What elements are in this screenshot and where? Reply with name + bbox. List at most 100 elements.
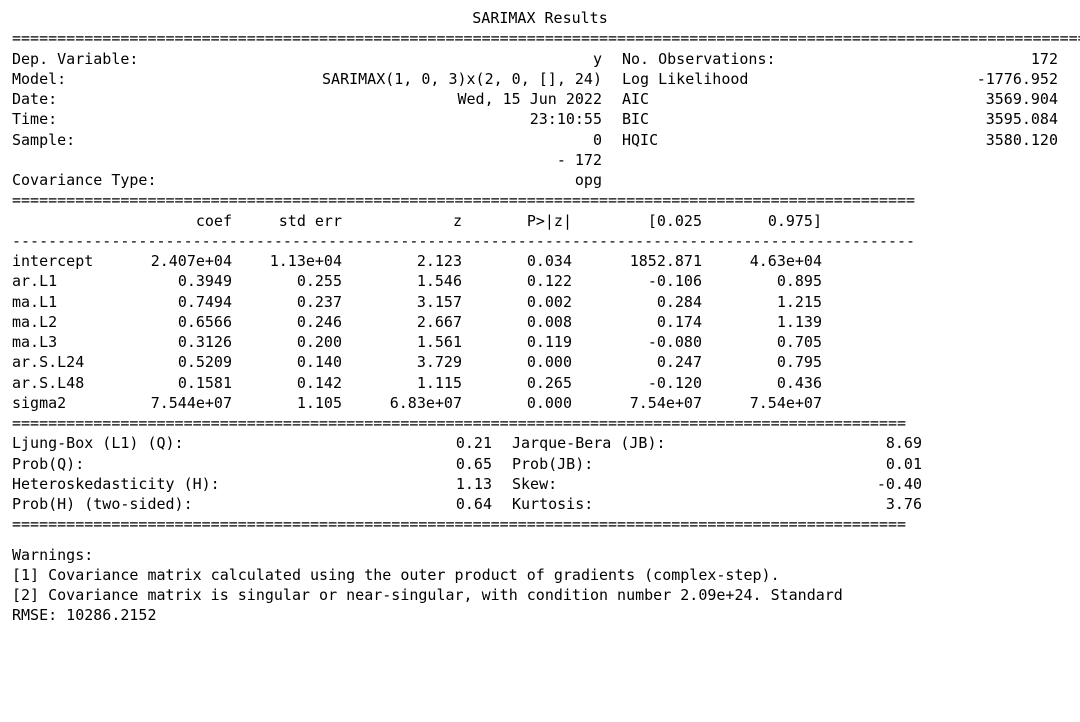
- coef-header: coef std err z P>|z| [0.025 0.975]: [12, 211, 1068, 231]
- coef-hi: 0.795: [702, 352, 822, 372]
- header-left-value: Wed, 15 Jun 2022: [172, 89, 602, 109]
- coef-se: 0.200: [232, 332, 342, 352]
- coef-lo: 0.284: [572, 292, 702, 312]
- coef-row: ma.L30.31260.2001.5610.119-0.0800.705: [12, 332, 1068, 352]
- header-right-value: 172: [822, 49, 1068, 69]
- coef-lo: -0.080: [572, 332, 702, 352]
- coef-row: ar.S.L480.15810.1421.1150.265-0.1200.436: [12, 373, 1068, 393]
- header-row: Sample:0HQIC3580.120: [12, 130, 1068, 150]
- header-left-value: 23:10:55: [172, 109, 602, 129]
- coef-lo: -0.120: [572, 373, 702, 393]
- coef-z: 3.157: [342, 292, 462, 312]
- diag-l-value: 0.64: [272, 494, 492, 514]
- coef-block: intercept2.407e+041.13e+042.1230.0341852…: [12, 251, 1068, 413]
- coef-z: 2.123: [342, 251, 462, 271]
- rule-top: ========================================…: [12, 28, 1068, 48]
- coef-h-lo: [0.025: [572, 211, 702, 231]
- coef-p: 0.122: [462, 271, 572, 291]
- diag-r-label: Jarque-Bera (JB):: [512, 433, 712, 453]
- header-left-label: Covariance Type:: [12, 170, 172, 190]
- coef-lo: -0.106: [572, 271, 702, 291]
- diag-r-label: Kurtosis:: [512, 494, 712, 514]
- coef-row: sigma27.544e+071.1056.83e+070.0007.54e+0…: [12, 393, 1068, 413]
- coef-name: ar.L1: [12, 271, 122, 291]
- coef-row: ar.S.L240.52090.1403.7290.0000.2470.795: [12, 352, 1068, 372]
- header-row: Covariance Type:opg: [12, 170, 1068, 190]
- diag-l-label: Heteroskedasticity (H):: [12, 474, 272, 494]
- diag-r-value: 3.76: [712, 494, 922, 514]
- header-right-label: AIC: [622, 89, 822, 109]
- diag-r-label: Skew:: [512, 474, 712, 494]
- coef-z: 2.667: [342, 312, 462, 332]
- coef-lo: 7.54e+07: [572, 393, 702, 413]
- diag-row: Prob(H) (two-sided):0.64Kurtosis:3.76: [12, 494, 1068, 514]
- diag-r-label: Prob(JB):: [512, 454, 712, 474]
- diag-r-value: -0.40: [712, 474, 922, 494]
- coef-h-se: std err: [232, 211, 342, 231]
- diag-l-value: 1.13: [272, 474, 492, 494]
- header-row: Date:Wed, 15 Jun 2022 AIC3569.904: [12, 89, 1068, 109]
- diag-l-label: Ljung-Box (L1) (Q):: [12, 433, 272, 453]
- coef-p: 0.265: [462, 373, 572, 393]
- diag-row: Ljung-Box (L1) (Q):0.21 Jarque-Bera (JB):…: [12, 433, 1068, 453]
- header-right-label: HQIC: [622, 130, 822, 150]
- coef-se: 0.237: [232, 292, 342, 312]
- warning-2: [2] Covariance matrix is singular or nea…: [12, 585, 1068, 605]
- header-left-label: Time:: [12, 109, 172, 129]
- header-right-label: [622, 170, 822, 190]
- coef-z: 1.561: [342, 332, 462, 352]
- header-row: Dep. Variable:yNo. Observations:172: [12, 49, 1068, 69]
- diag-row: Heteroskedasticity (H):1.13 Skew:-0.40: [12, 474, 1068, 494]
- coef-name: ma.L1: [12, 292, 122, 312]
- coef-se: 1.13e+04: [232, 251, 342, 271]
- coef-coef: 7.544e+07: [122, 393, 232, 413]
- diag-l-value: 0.21: [272, 433, 492, 453]
- header-left-value: SARIMAX(1, 0, 3)x(2, 0, [], 24): [172, 69, 602, 89]
- header-right-label: [622, 150, 822, 170]
- header-block: Dep. Variable:yNo. Observations:172Model…: [12, 49, 1068, 191]
- coef-name: intercept: [12, 251, 122, 271]
- coef-se: 0.140: [232, 352, 342, 372]
- rule-coef-top: ========================================…: [12, 190, 1068, 210]
- coef-h-hi: 0.975]: [702, 211, 822, 231]
- coef-name: ar.S.L48: [12, 373, 122, 393]
- coef-p: 0.002: [462, 292, 572, 312]
- coef-coef: 0.3126: [122, 332, 232, 352]
- coef-z: 1.546: [342, 271, 462, 291]
- coef-name: ma.L2: [12, 312, 122, 332]
- coef-se: 0.255: [232, 271, 342, 291]
- warning-1: [1] Covariance matrix calculated using t…: [12, 565, 1068, 585]
- coef-lo: 0.174: [572, 312, 702, 332]
- header-left-label: Date:: [12, 89, 172, 109]
- header-right-value: 3569.904: [822, 89, 1068, 109]
- header-right-label: No. Observations:: [622, 49, 822, 69]
- coef-p: 0.000: [462, 393, 572, 413]
- header-left-value: - 172: [172, 150, 602, 170]
- diag-r-value: 0.01: [712, 454, 922, 474]
- header-left-label: [12, 150, 172, 170]
- diag-l-label: Prob(Q):: [12, 454, 272, 474]
- coef-coef: 0.3949: [122, 271, 232, 291]
- coef-p: 0.008: [462, 312, 572, 332]
- coef-p: 0.119: [462, 332, 572, 352]
- header-right-value: [822, 170, 1068, 190]
- header-right-value: -1776.952: [822, 69, 1068, 89]
- coef-coef: 0.5209: [122, 352, 232, 372]
- header-right-value: 3595.084: [822, 109, 1068, 129]
- header-left-label: Sample:: [12, 130, 172, 150]
- rule-diag-top: ========================================…: [12, 413, 1068, 433]
- header-left-label: Dep. Variable:: [12, 49, 172, 69]
- coef-p: 0.000: [462, 352, 572, 372]
- diag-block: Ljung-Box (L1) (Q):0.21 Jarque-Bera (JB):…: [12, 433, 1068, 514]
- warnings-label: Warnings:: [12, 545, 1068, 565]
- header-row: - 172: [12, 150, 1068, 170]
- coef-coef: 2.407e+04: [122, 251, 232, 271]
- coef-row: ma.L20.65660.2462.6670.0080.1741.139: [12, 312, 1068, 332]
- rule-coef-dash: ----------------------------------------…: [12, 231, 1068, 251]
- coef-z: 3.729: [342, 352, 462, 372]
- coef-h-blank: [12, 211, 122, 231]
- coef-hi: 7.54e+07: [702, 393, 822, 413]
- diag-l-value: 0.65: [272, 454, 492, 474]
- header-left-value: 0: [172, 130, 602, 150]
- coef-se: 0.142: [232, 373, 342, 393]
